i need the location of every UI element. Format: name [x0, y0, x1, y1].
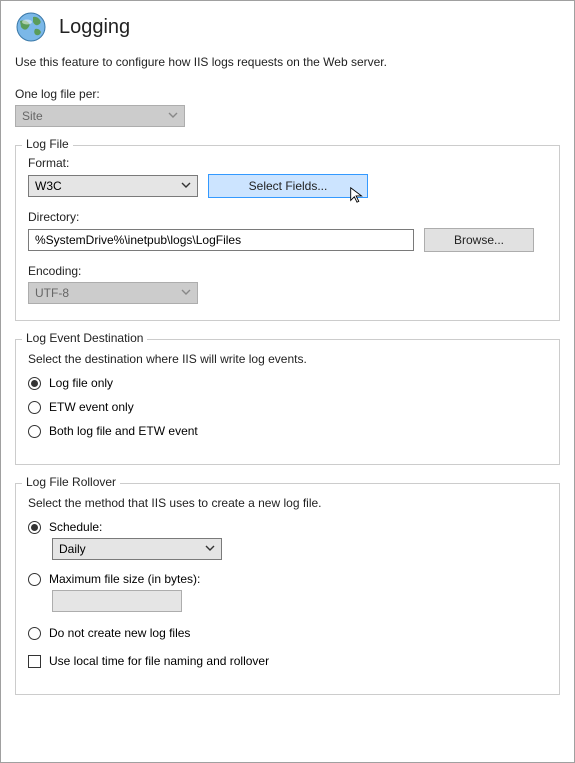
globe-icon	[15, 11, 47, 43]
header: Logging	[15, 11, 560, 43]
radio-no-create[interactable]: Do not create new log files	[28, 626, 547, 640]
format-value: W3C	[35, 179, 62, 193]
encoding-label: Encoding:	[28, 264, 547, 278]
radio-max-size[interactable]: Maximum file size (in bytes):	[28, 572, 547, 586]
one-log-per-label: One log file per:	[15, 87, 560, 101]
rollover-desc: Select the method that IIS uses to creat…	[28, 496, 547, 510]
schedule-select[interactable]: Daily	[52, 538, 222, 560]
radio-both[interactable]: Both log file and ETW event	[28, 424, 547, 438]
logging-panel: Logging Use this feature to configure ho…	[0, 0, 575, 763]
rollover-group: Log File Rollover Select the method that…	[15, 483, 560, 695]
checkbox-use-local-time[interactable]: Use local time for file naming and rollo…	[28, 654, 547, 668]
checkbox-icon	[28, 655, 41, 668]
format-select[interactable]: W3C	[28, 175, 198, 197]
directory-label: Directory:	[28, 210, 547, 224]
directory-input[interactable]	[28, 229, 414, 251]
radio-label: Log file only	[49, 376, 113, 390]
select-fields-button[interactable]: Select Fields...	[208, 174, 368, 198]
radio-icon	[28, 627, 41, 640]
radio-etw-only[interactable]: ETW event only	[28, 400, 547, 414]
radio-icon	[28, 573, 41, 586]
radio-icon	[28, 401, 41, 414]
chevron-down-icon	[168, 109, 178, 123]
page-title: Logging	[59, 16, 130, 39]
radio-label: ETW event only	[49, 400, 134, 414]
chevron-down-icon	[205, 542, 215, 556]
rollover-legend: Log File Rollover	[22, 475, 120, 489]
browse-button[interactable]: Browse...	[424, 228, 534, 252]
log-file-group: Log File Format: W3C Select Fields... Di…	[15, 145, 560, 321]
radio-icon	[28, 521, 41, 534]
chevron-down-icon	[181, 286, 191, 300]
destination-legend: Log Event Destination	[22, 331, 147, 345]
checkbox-label: Use local time for file naming and rollo…	[49, 654, 269, 668]
radio-label: Do not create new log files	[49, 626, 190, 640]
destination-group: Log Event Destination Select the destina…	[15, 339, 560, 465]
destination-desc: Select the destination where IIS will wr…	[28, 352, 547, 366]
encoding-select: UTF-8	[28, 282, 198, 304]
encoding-value: UTF-8	[35, 286, 69, 300]
schedule-value: Daily	[59, 542, 86, 556]
max-size-input	[52, 590, 182, 612]
one-log-per-select: Site	[15, 105, 185, 127]
radio-icon	[28, 425, 41, 438]
log-file-legend: Log File	[22, 137, 73, 151]
format-label: Format:	[28, 156, 547, 170]
radio-icon	[28, 377, 41, 390]
one-log-per-value: Site	[22, 109, 43, 123]
radio-log-file-only[interactable]: Log file only	[28, 376, 547, 390]
chevron-down-icon	[181, 179, 191, 193]
radio-label: Both log file and ETW event	[49, 424, 198, 438]
radio-label: Maximum file size (in bytes):	[49, 572, 200, 586]
radio-schedule[interactable]: Schedule:	[28, 520, 547, 534]
page-description: Use this feature to configure how IIS lo…	[15, 55, 560, 69]
radio-label: Schedule:	[49, 520, 102, 534]
